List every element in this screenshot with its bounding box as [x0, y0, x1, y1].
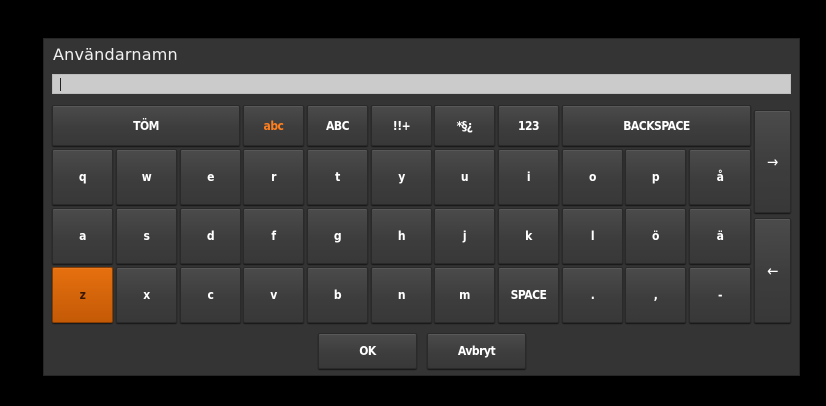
key-a-umlaut[interactable]: ä [689, 208, 751, 264]
mode-numbers-button[interactable]: 123 [498, 105, 559, 146]
left-arrow-icon: ← [767, 261, 778, 280]
text-caret [60, 78, 61, 91]
key-o[interactable]: o [562, 149, 623, 205]
key-m[interactable]: m [434, 267, 495, 323]
key-b[interactable]: b [307, 267, 368, 323]
key-y[interactable]: y [371, 149, 432, 205]
right-arrow-button[interactable]: → [754, 110, 791, 213]
mode-symbols2-button[interactable]: *§¿ [434, 105, 495, 146]
clear-button[interactable]: TÖM [52, 105, 240, 146]
ok-button[interactable]: OK [318, 333, 417, 369]
username-input[interactable] [52, 74, 791, 94]
key-q[interactable]: q [52, 149, 113, 205]
key-t[interactable]: t [307, 149, 368, 205]
key-s[interactable]: s [116, 208, 177, 264]
key-k[interactable]: k [498, 208, 559, 264]
key-a[interactable]: a [52, 208, 113, 264]
key-a-ring[interactable]: å [689, 149, 751, 205]
key-u[interactable]: u [434, 149, 495, 205]
key-i[interactable]: i [498, 149, 559, 205]
key-o-umlaut[interactable]: ö [625, 208, 686, 264]
key-n[interactable]: n [371, 267, 432, 323]
key-r[interactable]: r [243, 149, 304, 205]
key-period[interactable]: . [562, 267, 623, 323]
space-key[interactable]: SPACE [498, 267, 559, 323]
key-g[interactable]: g [307, 208, 368, 264]
key-c[interactable]: c [180, 267, 241, 323]
key-d[interactable]: d [180, 208, 241, 264]
backspace-button[interactable]: BACKSPACE [562, 105, 751, 146]
cancel-button[interactable]: Avbryt [427, 333, 526, 369]
mode-uppercase-button[interactable]: ABC [307, 105, 368, 146]
right-arrow-icon: → [767, 152, 778, 171]
key-f[interactable]: f [243, 208, 304, 264]
key-z[interactable]: z [52, 267, 113, 323]
key-w[interactable]: w [116, 149, 177, 205]
key-comma[interactable]: , [625, 267, 686, 323]
key-e[interactable]: e [180, 149, 241, 205]
left-arrow-button[interactable]: ← [754, 218, 791, 323]
key-l[interactable]: l [562, 208, 623, 264]
mode-abc-button[interactable]: abc [243, 105, 304, 146]
key-j[interactable]: j [434, 208, 495, 264]
keyboard-dialog: Användarnamn TÖM abc ABC !!+ *§¿ 123 BAC… [43, 38, 800, 376]
key-h[interactable]: h [371, 208, 432, 264]
mode-symbols1-button[interactable]: !!+ [371, 105, 432, 146]
key-p[interactable]: p [625, 149, 686, 205]
key-hyphen[interactable]: - [689, 267, 751, 323]
key-v[interactable]: v [243, 267, 304, 323]
dialog-title: Användarnamn [53, 45, 178, 64]
key-x[interactable]: x [116, 267, 177, 323]
